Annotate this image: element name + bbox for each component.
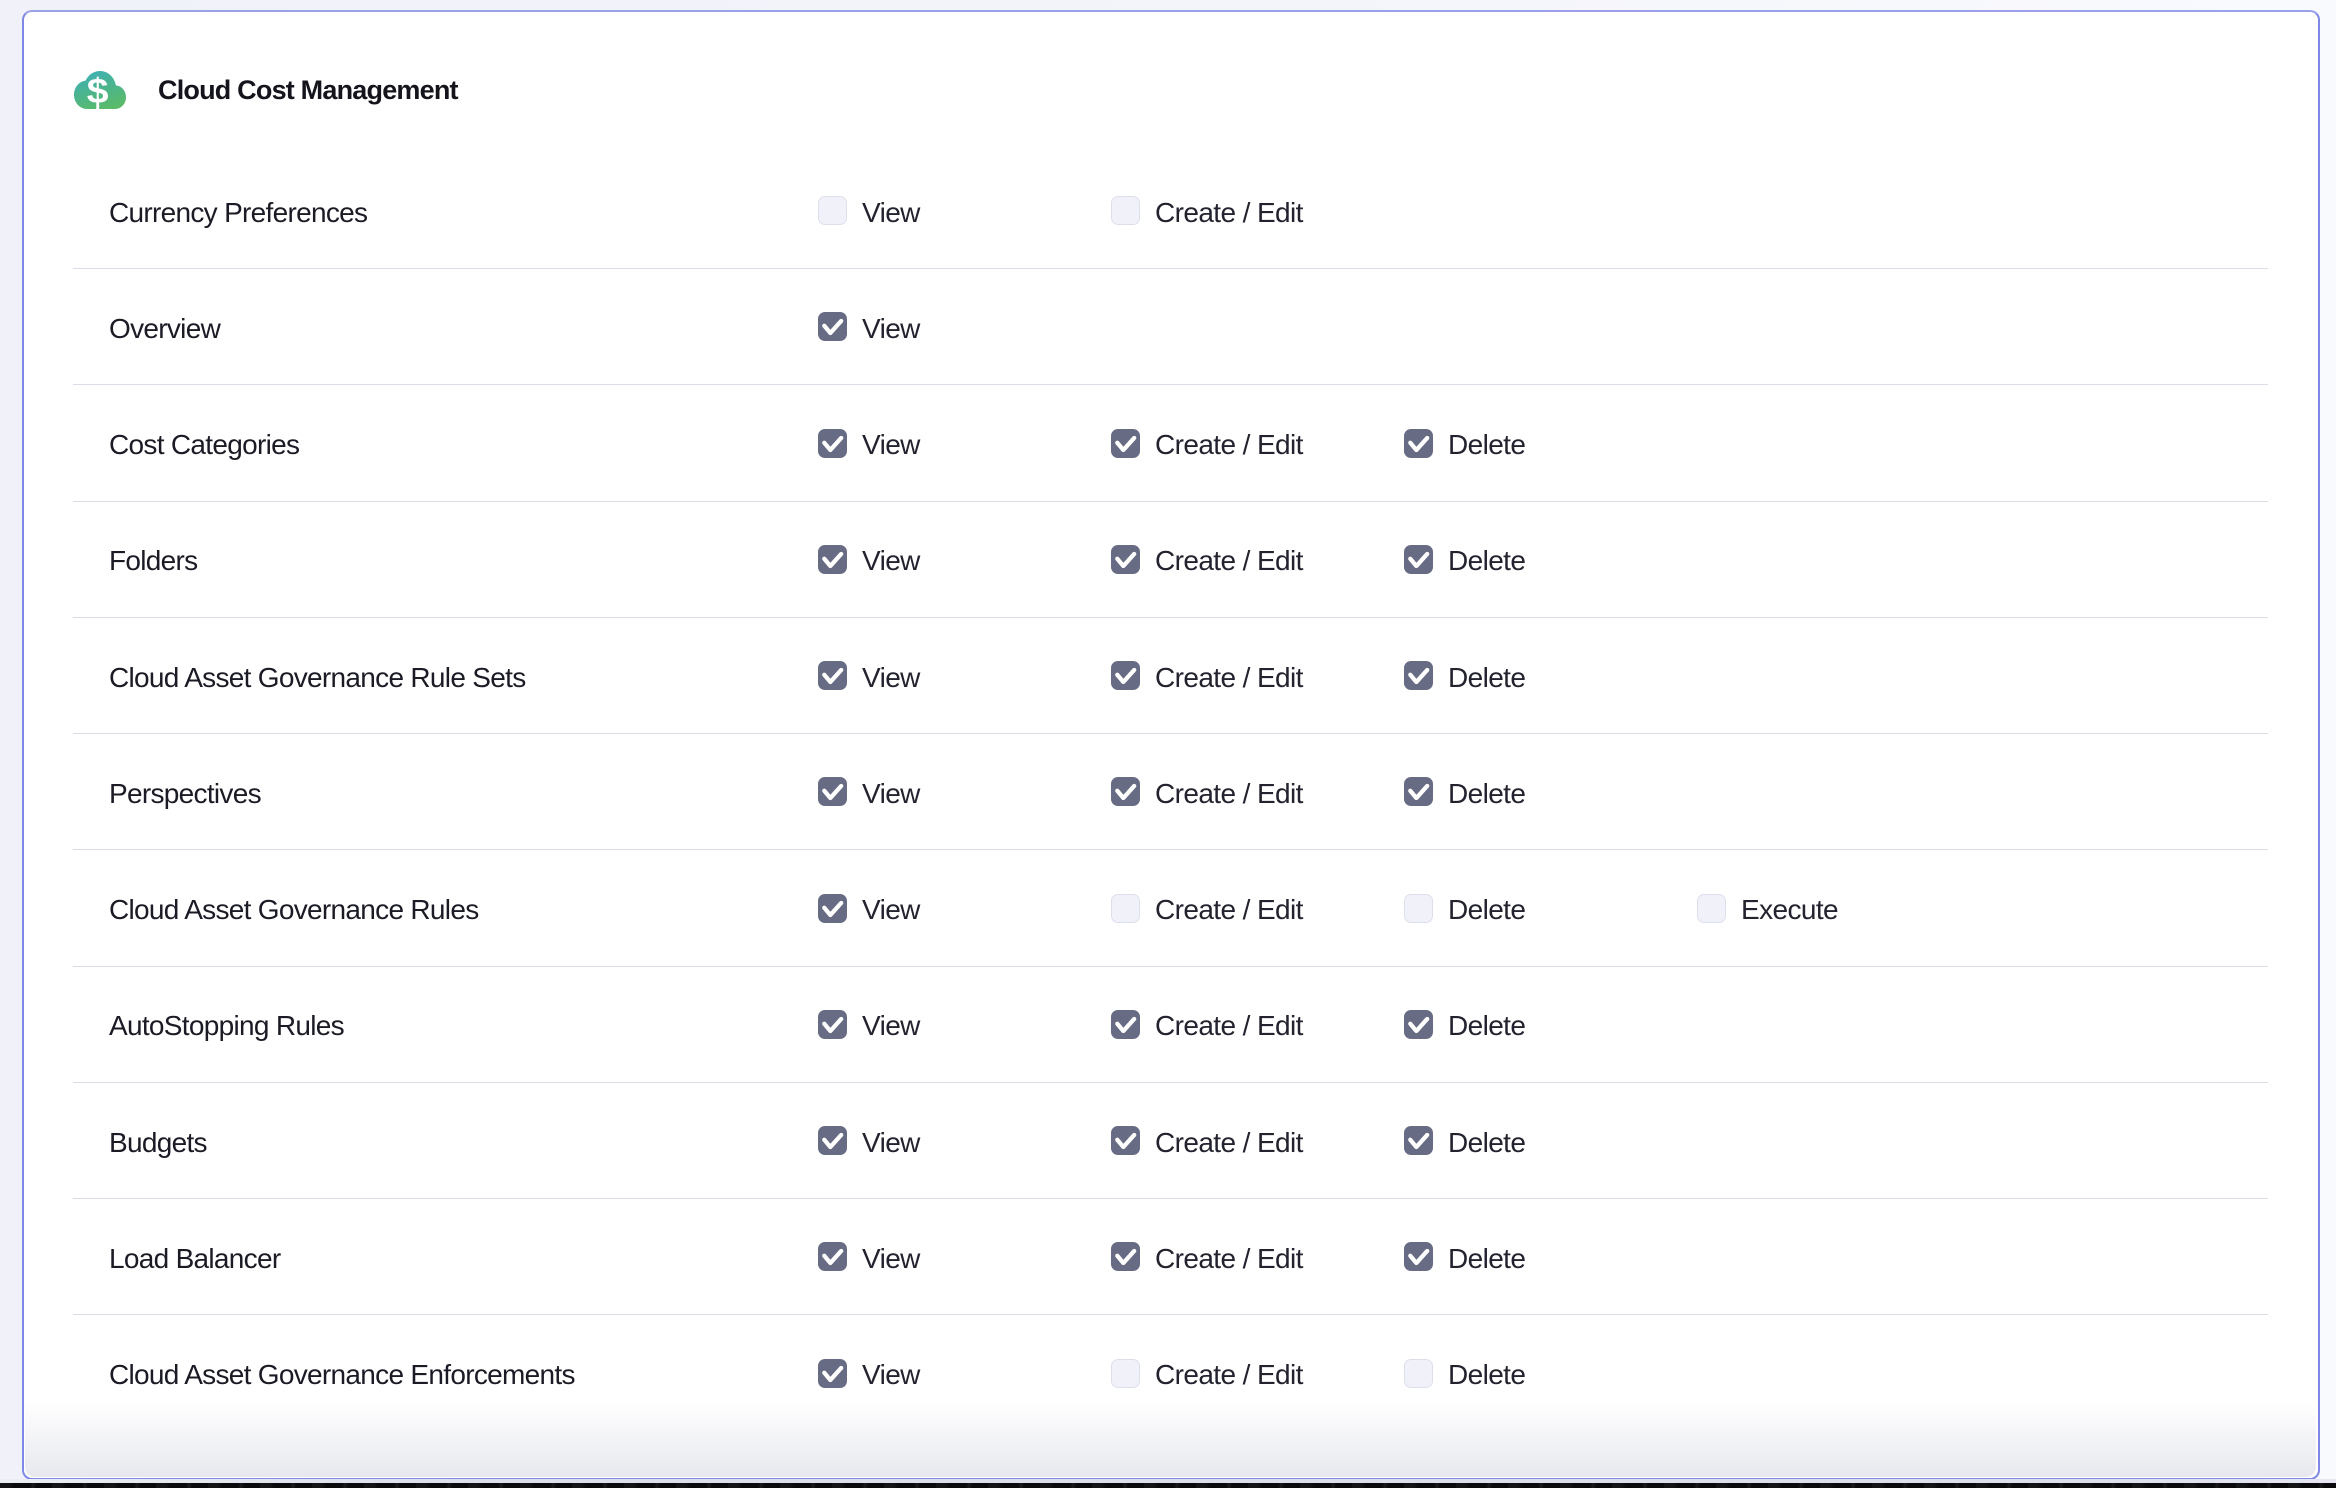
svg-text:$: $: [87, 71, 109, 111]
